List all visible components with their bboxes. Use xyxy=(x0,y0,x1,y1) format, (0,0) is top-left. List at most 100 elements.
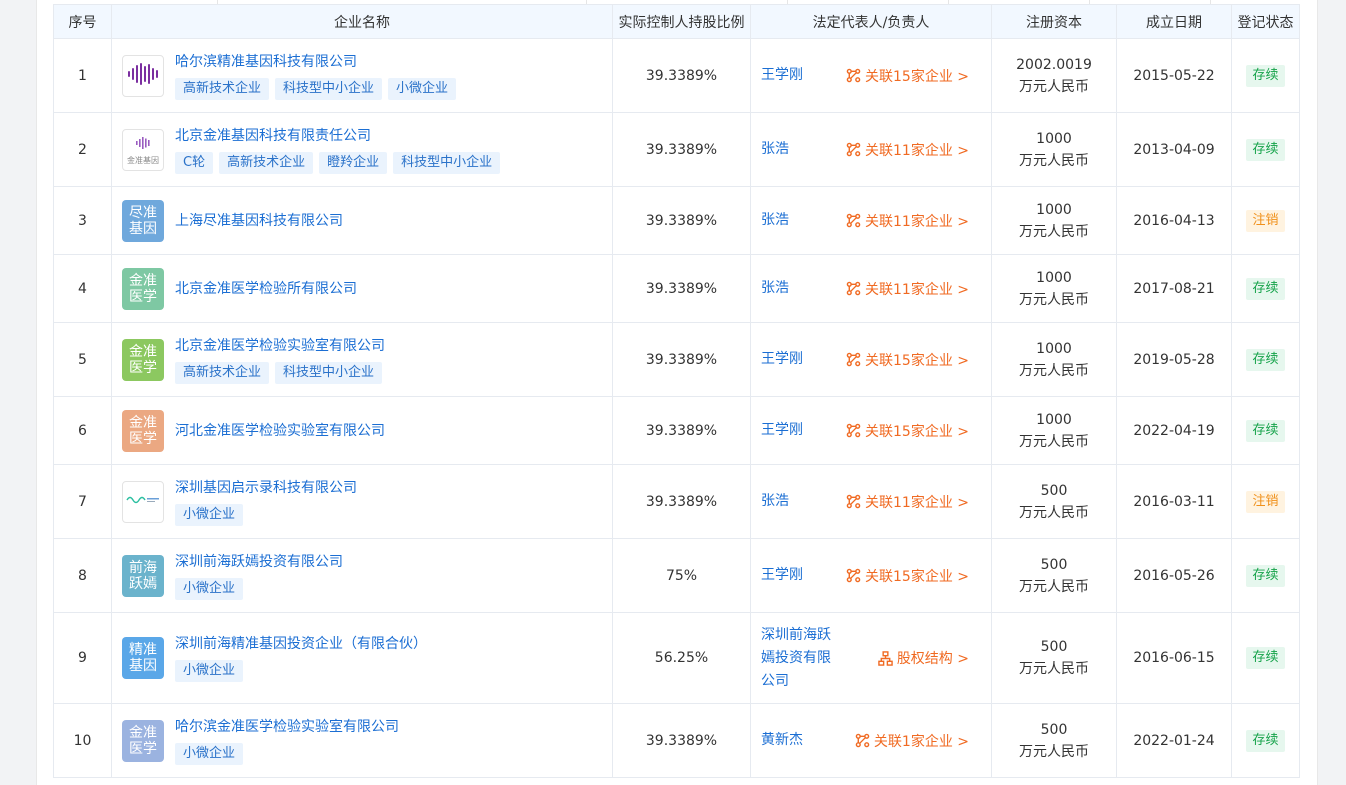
legal-rep-cell: 张浩 关联11家企业 > xyxy=(750,112,992,187)
status-cell: 注销 xyxy=(1231,186,1300,255)
company-tag[interactable]: C轮 xyxy=(175,151,214,174)
company-logo[interactable] xyxy=(122,480,164,523)
company-tag[interactable]: 科技型中小企业 xyxy=(393,151,501,174)
capital-unit: 万元人民币 xyxy=(1019,223,1089,240)
legal-rep-link[interactable]: 王学刚 xyxy=(761,64,803,87)
company-tags: 高新技术企业 科技型中小企业 小微企业 xyxy=(175,77,457,100)
company-name-link[interactable]: 哈尔滨金准医学检验实验室有限公司 xyxy=(175,717,399,737)
company-tag[interactable]: 小微企业 xyxy=(175,660,244,682)
company-logo[interactable]: 前海跃嫣 xyxy=(122,554,164,597)
related-companies-link[interactable]: 关联11家企业 > xyxy=(846,279,969,299)
legal-rep-link[interactable]: 王学刚 xyxy=(761,419,803,442)
legal-rep-link[interactable]: 张浩 xyxy=(761,277,789,300)
related-companies-label: 关联15家企业 > xyxy=(865,68,969,85)
row-index: 8 xyxy=(53,538,112,613)
legal-rep-link[interactable]: 深圳前海跃嫣投资有限公司 xyxy=(761,624,841,693)
legal-rep-cell: 张浩 关联11家企业 > xyxy=(750,186,992,255)
company-tag[interactable]: 瞪羚企业 xyxy=(319,151,388,174)
status-badge: 注销 xyxy=(1246,490,1285,513)
network-icon xyxy=(846,423,861,438)
related-companies-link[interactable]: 关联15家企业 > xyxy=(846,566,969,586)
company-tag[interactable]: 小微企业 xyxy=(175,503,244,526)
company-tag[interactable]: 小微企业 xyxy=(175,577,244,600)
holding-ratio: 39.3389% xyxy=(612,186,751,255)
related-companies-link[interactable]: 股权结构 > xyxy=(878,648,969,668)
network-icon xyxy=(846,568,861,583)
company-logo[interactable]: 金准医学 xyxy=(122,338,164,381)
company-tag[interactable]: 小微企业 xyxy=(388,77,457,100)
company-tag[interactable]: 小微企业 xyxy=(175,742,244,765)
capital-amount: 500 xyxy=(1040,639,1068,655)
founded-date: 2016-06-15 xyxy=(1116,612,1232,704)
related-companies-label: 关联15家企业 > xyxy=(865,423,969,440)
company-name-link[interactable]: 上海尽准基因科技有限公司 xyxy=(175,211,343,231)
company-name-link[interactable]: 北京金准基因科技有限责任公司 xyxy=(175,126,500,146)
company-tag[interactable]: 科技型中小企业 xyxy=(275,361,383,384)
company-logo[interactable]: 金准医学 xyxy=(122,719,164,762)
related-companies-link[interactable]: 关联15家企业 > xyxy=(846,66,969,86)
company-tag[interactable]: 科技型中小企业 xyxy=(275,77,383,100)
related-companies-link[interactable]: 关联11家企业 > xyxy=(846,211,969,231)
company-logo[interactable]: 金准医学 xyxy=(122,409,164,452)
registered-capital: 500 万元人民币 xyxy=(991,612,1117,704)
table-row: 8 前海跃嫣 深圳前海跃嫣投资有限公司 小微企业 75% 王学刚 关联15家企业 >500 万… xyxy=(53,538,1300,613)
company-cell: 前海跃嫣 深圳前海跃嫣投资有限公司 小微企业 xyxy=(111,538,613,613)
legal-rep-link[interactable]: 张浩 xyxy=(761,490,789,513)
related-companies-label: 关联1家企业 > xyxy=(873,733,969,750)
legal-rep-link[interactable]: 张浩 xyxy=(761,138,789,161)
company-name-link[interactable]: 深圳前海精准基因投资企业（有限合伙） xyxy=(175,634,427,654)
company-name-link[interactable]: 北京金准医学检验所有限公司 xyxy=(175,279,357,299)
company-logo[interactable]: 精准基因 xyxy=(122,637,164,679)
legal-rep-link[interactable]: 张浩 xyxy=(761,209,789,232)
row-index: 3 xyxy=(53,186,112,255)
related-companies-label: 关联11家企业 > xyxy=(865,213,969,230)
holding-ratio: 56.25% xyxy=(612,612,751,704)
company-tags: 小微企业 xyxy=(175,503,357,526)
related-companies-link[interactable]: 关联11家企业 > xyxy=(846,492,969,512)
founded-date: 2017-08-21 xyxy=(1116,254,1232,323)
capital-unit: 万元人民币 xyxy=(1019,152,1089,169)
company-tag[interactable]: 高新技术企业 xyxy=(175,77,270,100)
company-tag[interactable]: 高新技术企业 xyxy=(175,361,270,384)
related-companies-label: 关联11家企业 > xyxy=(865,142,969,159)
status-badge: 存续 xyxy=(1246,419,1285,442)
capital-amount: 2002.0019 xyxy=(1016,56,1092,73)
company-name-link[interactable]: 深圳基因启示录科技有限公司 xyxy=(175,478,357,498)
company-name-link[interactable]: 哈尔滨精准基因科技有限公司 xyxy=(175,52,456,72)
company-logo[interactable]: 金准基因 xyxy=(122,128,164,171)
related-companies-link[interactable]: 关联1家企业 > xyxy=(855,731,969,751)
capital-amount: 1000 xyxy=(1036,340,1072,357)
row-index: 9 xyxy=(53,612,112,704)
company-logo-text: 金准医学 xyxy=(129,343,157,376)
legal-rep-link[interactable]: 王学刚 xyxy=(761,564,803,587)
company-logo[interactable]: 金准医学 xyxy=(122,267,164,310)
equity-structure-icon xyxy=(878,650,893,666)
company-tags: C轮 高新技术企业 瞪羚企业 科技型中小企业 xyxy=(175,151,501,174)
row-index: 1 xyxy=(53,38,112,113)
company-name-link[interactable]: 北京金准医学检验实验室有限公司 xyxy=(175,336,385,356)
capital-amount: 500 xyxy=(1040,556,1068,573)
network-icon xyxy=(846,281,861,296)
related-companies-link[interactable]: 关联15家企业 > xyxy=(846,421,969,441)
registered-capital: 500 万元人民币 xyxy=(991,538,1117,613)
company-name-link[interactable]: 河北金准医学检验实验室有限公司 xyxy=(175,421,385,441)
legal-rep-cell: 王学刚 关联15家企业 > xyxy=(750,396,992,465)
company-logo[interactable] xyxy=(122,54,164,97)
legal-rep-link[interactable]: 王学刚 xyxy=(761,348,803,371)
status-cell: 存续 xyxy=(1231,254,1300,323)
founded-date: 2016-05-26 xyxy=(1116,538,1232,613)
table-row: 2 金准基因 北京金准基因科技有限责任公司 C轮 高新技术企业 瞪羚企业 科技型中小企业 39… xyxy=(53,112,1300,187)
company-tags: 小微企业 xyxy=(175,577,343,600)
network-icon xyxy=(846,352,861,367)
status-cell: 存续 xyxy=(1231,112,1300,187)
related-companies-link[interactable]: 关联11家企业 > xyxy=(846,140,969,160)
related-companies-link[interactable]: 关联15家企业 > xyxy=(846,350,969,370)
legal-rep-cell: 王学刚 关联15家企业 > xyxy=(750,38,992,113)
company-tag[interactable]: 高新技术企业 xyxy=(219,151,314,174)
legal-rep-link[interactable]: 黄新杰 xyxy=(761,729,803,752)
company-name-link[interactable]: 深圳前海跃嫣投资有限公司 xyxy=(175,552,343,572)
company-logo[interactable]: 尽准基因 xyxy=(122,199,164,242)
table-row: 6 金准医学 河北金准医学检验实验室有限公司 39.3389% 王学刚 关联15家企业 >… xyxy=(53,396,1300,465)
company-cell: 金准基因 北京金准基因科技有限责任公司 C轮 高新技术企业 瞪羚企业 科技型中小企业 xyxy=(111,112,613,187)
status-badge: 存续 xyxy=(1246,138,1285,161)
